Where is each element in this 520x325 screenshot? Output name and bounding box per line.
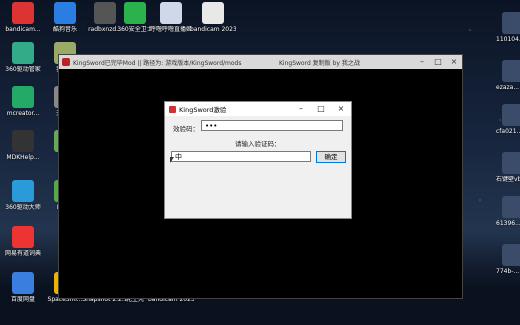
desktop-icon-label: 呼噜呼噜直播姬: [149, 26, 192, 33]
desktop-app-icon: [502, 60, 520, 82]
desktop-icon[interactable]: 360驱动大师: [0, 180, 46, 211]
desktop-icon[interactable]: mcreator...: [0, 86, 46, 117]
desktop-icon[interactable]: bandicam 2023-03-0...: [190, 2, 236, 33]
desktop-icon-partial[interactable]: 110104...: [496, 12, 520, 43]
code-input[interactable]: 中: [171, 151, 311, 162]
verify-code-field[interactable]: •••: [201, 120, 343, 131]
verification-dialog[interactable]: KingSword激验 – □ × 效验码： ••• 请输入验证码： 中 确定: [164, 101, 352, 219]
desktop-icon-partial[interactable]: 右键壁vb...: [496, 152, 520, 183]
desktop-icon-label: cfa021...: [496, 128, 520, 135]
dialog-title: KingSword激验: [179, 106, 227, 114]
desktop-app-icon: [12, 42, 34, 64]
desktop-icon-partial[interactable]: cfa021...: [496, 104, 520, 135]
desktop-app-icon: [502, 196, 520, 218]
desktop-app-icon: [54, 2, 76, 24]
desktop-app-icon: [202, 2, 224, 24]
desktop-icon-label: bandicam...: [5, 26, 41, 33]
desktop-icon-label: bandicam 2023-03-0...: [190, 26, 236, 33]
desktop-icon-label: 360驱动管家: [5, 66, 41, 73]
game-window-title: KingSword已完毕Mod || 路径为: 游戏版本/KingSword/m…: [73, 59, 242, 67]
close-icon[interactable]: ×: [446, 55, 462, 69]
desktop-app-icon: [12, 130, 34, 152]
desktop-icon-label: 110104...: [496, 36, 520, 43]
dialog-minimize-icon[interactable]: –: [291, 102, 311, 116]
desktop-icon[interactable]: 百度网盘: [0, 272, 46, 303]
desktop-icon-label: ezaza...: [496, 84, 520, 91]
desktop-icon-partial[interactable]: ezaza...: [496, 60, 520, 91]
desktop-app-icon: [12, 86, 34, 108]
game-window-titlebar[interactable]: KingSword已完毕Mod || 路径为: 游戏版本/KingSword/m…: [59, 55, 462, 69]
desktop-icon-label: 百度网盘: [10, 296, 35, 303]
maximize-icon[interactable]: □: [430, 55, 446, 69]
desktop-icon-label: 360驱动大师: [5, 204, 41, 211]
dialog-close-icon[interactable]: ×: [331, 102, 351, 116]
desktop-icon[interactable]: 网易有道词典: [0, 226, 46, 257]
desktop-icon-label: 774b-...: [496, 268, 520, 275]
desktop-app-icon: [12, 2, 34, 24]
desktop-icon-label: 右键壁vb...: [496, 176, 520, 183]
desktop-icon-label: MDKHelp...: [6, 154, 40, 161]
confirm-button[interactable]: 确定: [316, 151, 346, 163]
dialog-titlebar[interactable]: KingSword激验 – □ ×: [165, 102, 351, 116]
desktop-icon-label: mcreator...: [6, 110, 40, 117]
desktop-icon-partial[interactable]: 61396...: [496, 196, 520, 227]
desktop-icon[interactable]: 呼噜呼噜直播姬: [148, 2, 194, 33]
desktop-app-icon: [12, 226, 34, 248]
desktop-app-icon: [502, 152, 520, 174]
mouse-cursor-icon: [170, 157, 174, 163]
minimize-icon[interactable]: –: [414, 55, 430, 69]
app-logo-icon: [62, 58, 70, 66]
input-prompt: 请输入验证码：: [235, 140, 281, 148]
desktop-icon-partial[interactable]: 774b-...: [496, 244, 520, 275]
desktop-app-icon: [124, 2, 146, 24]
desktop-icon[interactable]: 360驱动管家: [0, 42, 46, 73]
desktop-app-icon: [160, 2, 182, 24]
desktop-app-icon: [502, 104, 520, 126]
desktop-app-icon: [502, 244, 520, 266]
desktop-app-icon: [12, 272, 34, 294]
desktop-app-icon: [12, 180, 34, 202]
desktop-icon[interactable]: MDKHelp...: [0, 130, 46, 161]
desktop-icon-label: 61396...: [496, 220, 520, 227]
verify-code-label: 效验码：: [173, 125, 199, 133]
desktop-icon[interactable]: bandicam...: [0, 2, 46, 33]
dialog-logo-icon: [169, 105, 176, 113]
dialog-maximize-icon[interactable]: □: [311, 102, 331, 116]
game-window-subtitle: KingSword 复制版 by 我之战: [279, 59, 360, 67]
desktop-app-icon: [502, 12, 520, 34]
desktop-icon-label: 网易有道词典: [4, 250, 41, 257]
